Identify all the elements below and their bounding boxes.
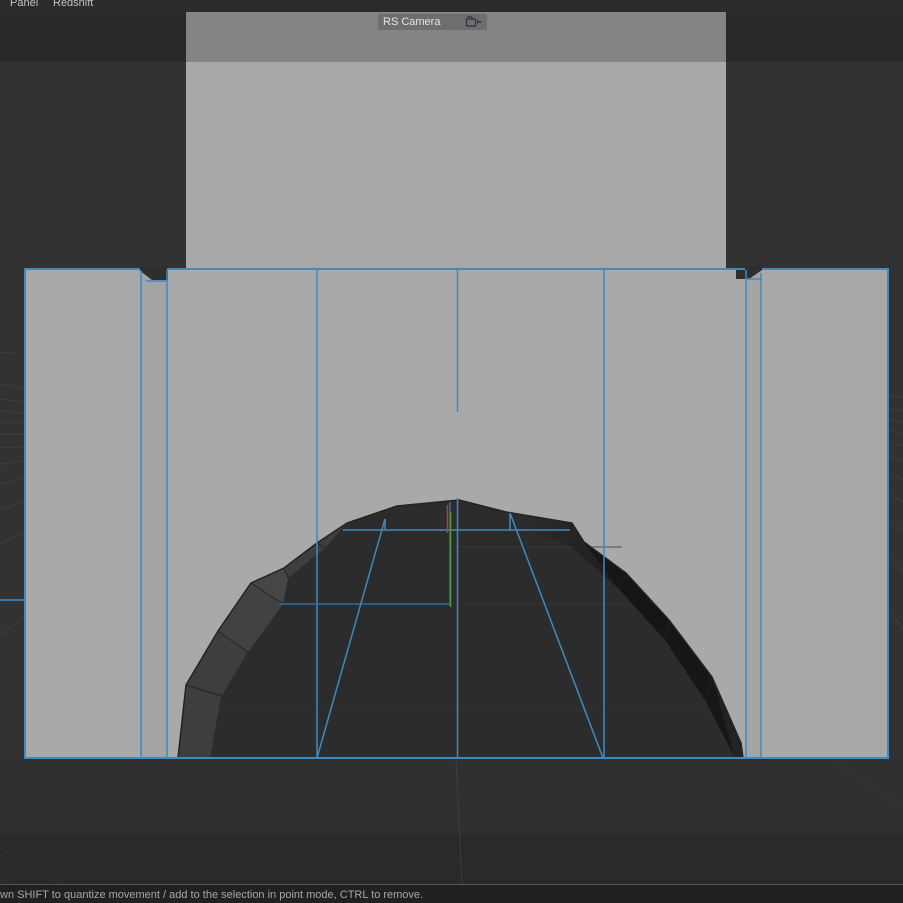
status-bar: wn SHIFT to quantize movement / add to t… — [0, 884, 903, 903]
wall-object[interactable] — [0, 266, 889, 758]
camera-label: RS Camera — [383, 16, 440, 28]
app-window: { "menubar": { "items": [ { "label": "Pa… — [0, 0, 903, 903]
grid-lines-right — [890, 396, 903, 629]
scene-canvas — [0, 12, 903, 884]
menu-item-panel[interactable]: Panel — [10, 0, 38, 9]
floor-band-near — [0, 758, 903, 833]
status-message: wn SHIFT to quantize movement / add to t… — [0, 889, 423, 901]
menu-item-redshift[interactable]: Redshift — [53, 0, 93, 9]
camera-label-chip[interactable]: RS Camera — [378, 14, 487, 30]
video-camera-icon[interactable] — [465, 16, 482, 28]
menu-bar: Panel Redshift — [0, 0, 903, 12]
floor-band-far — [0, 833, 903, 884]
viewport[interactable]: RS Camera — [0, 12, 903, 884]
grid-lines-left — [0, 352, 24, 636]
backdrop-plane — [186, 62, 726, 268]
